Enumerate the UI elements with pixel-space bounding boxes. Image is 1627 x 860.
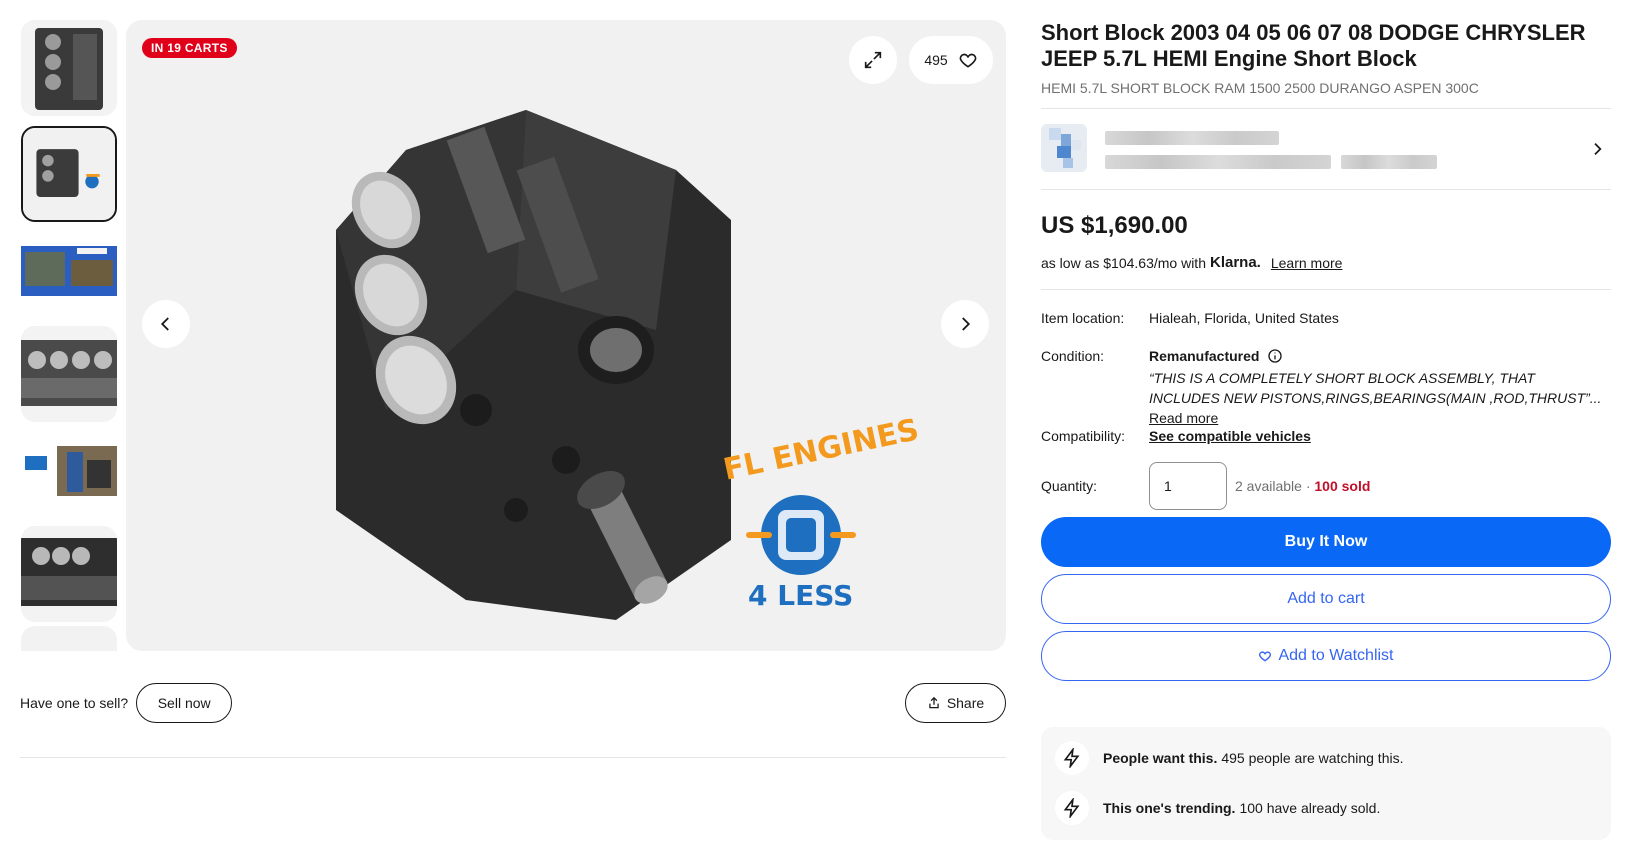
add-to-cart-label: Add to cart xyxy=(1287,590,1365,607)
buy-it-now-button[interactable]: Buy It Now xyxy=(1041,517,1611,567)
condition-description: “THIS IS A COMPLETELY SHORT BLOCK ASSEMB… xyxy=(1149,368,1609,428)
share-icon xyxy=(929,696,939,709)
seller-feedback-redacted xyxy=(1105,155,1331,169)
read-more-link[interactable]: Read more xyxy=(1149,410,1218,426)
price: US $1,690.00 xyxy=(1041,212,1188,239)
svg-text:FL ENGINES: FL ENGINES xyxy=(720,412,922,488)
signal-trending-text: 100 have already sold. xyxy=(1239,800,1381,816)
thumbnail-more[interactable] xyxy=(21,626,117,651)
lightning-icon xyxy=(1055,741,1089,775)
klarna-financing: as low as $104.63/mo with Klarna. Learn … xyxy=(1041,254,1611,271)
available-count: 2 available · xyxy=(1235,478,1311,494)
sell-now-label: Sell now xyxy=(157,695,211,711)
signal-trending: This one's trending. 100 have already so… xyxy=(1055,791,1380,825)
lightning-icon xyxy=(1055,791,1089,825)
seller-name-redacted xyxy=(1105,131,1279,145)
logo-text-top: FL ENGINES xyxy=(720,412,922,488)
engine-short-block-image: FL ENGINES 4 LESS xyxy=(336,110,922,620)
signal-watchers: People want this. 495 people are watchin… xyxy=(1055,741,1403,775)
location-row: Item location: Hialeah, Florida, United … xyxy=(1041,310,1339,326)
heart-icon xyxy=(959,53,977,68)
location-label: Item location: xyxy=(1041,310,1125,326)
condition-label: Condition: xyxy=(1041,348,1105,364)
thumbnail-strip xyxy=(21,20,117,651)
signal-watchers-title: People want this. xyxy=(1103,750,1218,766)
in-carts-badge: IN 19 CARTS xyxy=(142,38,237,58)
chevron-right-icon xyxy=(962,317,971,331)
listing-details: Short Block 2003 04 05 06 07 08 DODGE CH… xyxy=(1041,20,1611,840)
thumbnail-engine-block-top[interactable] xyxy=(21,20,117,116)
add-to-watchlist-button[interactable]: Add to Watchlist xyxy=(1041,631,1611,681)
thumbnail-assembly-shop[interactable] xyxy=(21,426,117,522)
quantity-label: Quantity: xyxy=(1041,478,1098,494)
listing-subtitle: HEMI 5.7L SHORT BLOCK RAM 1500 2500 DURA… xyxy=(1041,80,1479,96)
condition-value: Remanufactured xyxy=(1149,348,1260,364)
svg-text:4 LESS: 4 LESS xyxy=(748,579,853,612)
buy-it-now-label: Buy It Now xyxy=(1284,533,1368,550)
thumbnail-engine-block-logo[interactable] xyxy=(21,126,117,222)
compatibility-label: Compatibility: xyxy=(1041,428,1126,444)
seller-contact-redacted xyxy=(1341,155,1437,169)
info-icon[interactable] xyxy=(1267,348,1283,364)
next-image-button[interactable] xyxy=(941,300,989,348)
chevron-left-icon xyxy=(160,317,169,331)
condition-row: Condition: Remanufactured “THIS IS A COM… xyxy=(1041,348,1609,428)
quantity-row: Quantity: 1 2 available · 100 sold xyxy=(1041,462,1370,510)
watch-count: 495 xyxy=(924,52,948,68)
compatible-vehicles-link[interactable]: See compatible vehicles xyxy=(1149,428,1311,444)
logo-text-bottom: 4 LESS xyxy=(748,579,853,612)
klarna-text: as low as $104.63/mo with xyxy=(1041,254,1206,271)
previous-image-button[interactable] xyxy=(142,300,190,348)
add-to-watchlist-label: Add to Watchlist xyxy=(1278,647,1394,664)
share-button[interactable]: Share xyxy=(905,683,1006,723)
chevron-right-icon xyxy=(1594,143,1602,155)
share-label: Share xyxy=(946,695,985,711)
seller-card[interactable] xyxy=(1041,109,1611,189)
location-value: Hialeah, Florida, United States xyxy=(1149,310,1339,326)
main-image-gallery[interactable]: IN 19 CARTS 495 FL ENGINES 4 LESS xyxy=(126,20,1006,651)
sold-count: 100 sold xyxy=(1314,478,1371,494)
expand-button[interactable] xyxy=(849,36,897,84)
sell-share-row: Have one to sell? Sell now Share xyxy=(20,683,1006,723)
item-specs: Item location: Hialeah, Florida, United … xyxy=(1041,290,1611,510)
seller-avatar xyxy=(1041,124,1087,172)
divider xyxy=(20,757,1006,758)
thumbnail-pistons-closeup[interactable] xyxy=(21,526,117,622)
condition-description-text: “THIS IS A COMPLETELY SHORT BLOCK ASSEMB… xyxy=(1149,370,1602,406)
compatibility-row: Compatibility: See compatible vehicles xyxy=(1041,428,1311,444)
listing-title: Short Block 2003 04 05 06 07 08 DODGE CH… xyxy=(1041,20,1586,71)
heart-icon xyxy=(1259,651,1272,662)
signal-watchers-text: 495 people are watching this. xyxy=(1221,750,1404,766)
availability-text: 2 available · 100 sold xyxy=(1235,478,1370,494)
thumbnail-cylinder-bores[interactable] xyxy=(21,326,117,422)
sell-prompt: Have one to sell? xyxy=(20,695,129,711)
klarna-logo: Klarna. xyxy=(1209,254,1261,271)
demand-signals: People want this. 495 people are watchin… xyxy=(1041,727,1611,840)
divider xyxy=(1041,189,1611,190)
quantity-input[interactable]: 1 xyxy=(1149,462,1227,510)
thumbnail-promo-banner[interactable] xyxy=(21,226,117,322)
klarna-learn-more-link[interactable]: Learn more xyxy=(1271,255,1343,271)
sell-now-button[interactable]: Sell now xyxy=(136,683,233,723)
add-to-cart-button[interactable]: Add to cart xyxy=(1041,574,1611,624)
expand-icon xyxy=(864,51,882,69)
signal-trending-title: This one's trending. xyxy=(1103,800,1236,816)
watch-count-button[interactable]: 495 xyxy=(909,36,993,84)
